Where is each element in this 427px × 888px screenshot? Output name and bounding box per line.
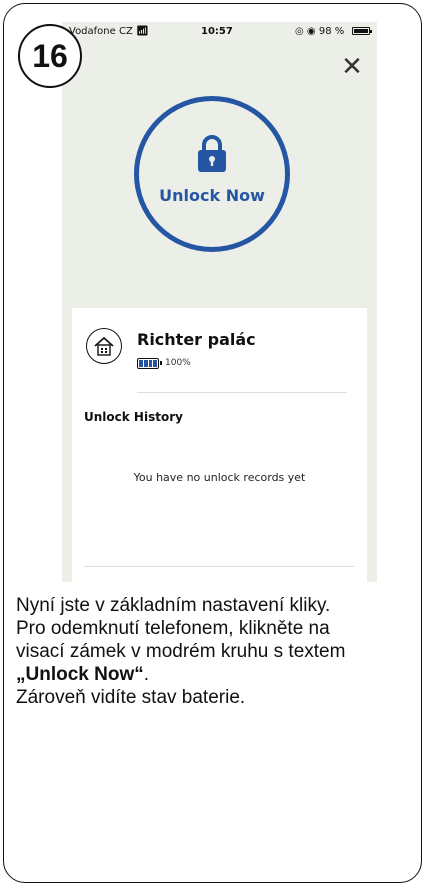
step-number-badge: 16 [18, 24, 82, 88]
unlock-history-title: Unlock History [84, 410, 183, 424]
status-bar: Vodafone CZ 📶︎ 10:57 ◎ ◉ 98 % [62, 22, 377, 44]
status-time: 10:57 [201, 26, 233, 37]
lock-battery-percent: 100% [165, 358, 191, 368]
caption-line: Zároveň vidíte stav baterie. [16, 687, 246, 708]
caption-line: „Unlock Now“. [16, 663, 416, 686]
lock-name: Richter palác [137, 330, 256, 349]
instruction-caption: Nyní jste v základním nastavení kliky. P… [16, 594, 416, 709]
carrier-label: Vodafone CZ 📶︎ [69, 26, 149, 37]
divider [137, 392, 347, 393]
caption-line: Pro odemknutí telefonem, klikněte na [16, 618, 330, 639]
caption-line: visací zámek v modrém kruhu s textem [16, 641, 346, 662]
alarm-icon: ◉ [306, 26, 316, 37]
battery-icon [352, 27, 372, 35]
lock-icon [198, 134, 226, 172]
divider [84, 566, 354, 567]
empty-history-message: You have no unlock records yet [133, 471, 306, 484]
house-icon [86, 328, 122, 364]
caption-punctuation: . [143, 664, 150, 685]
caption-line: Nyní jste v základním nastavení kliky. [16, 595, 331, 616]
wifi-icon: 📶︎ [136, 26, 149, 37]
lock-details-panel: Richter palác 100% Unlock History You ha… [72, 308, 367, 582]
lock-battery-icon [137, 358, 162, 369]
close-button[interactable]: ✕ [337, 52, 367, 82]
close-icon: ✕ [341, 52, 363, 82]
unlock-now-button[interactable]: Unlock Now [134, 96, 290, 252]
phone-screen: Vodafone CZ 📶︎ 10:57 ◎ ◉ 98 % ✕ Unlock N… [62, 22, 377, 582]
unlock-now-label: Unlock Now [159, 185, 265, 205]
status-battery-percent: 98 % [318, 26, 345, 37]
carrier-name: Vodafone CZ [69, 26, 133, 37]
caption-highlight: „Unlock Now“ [16, 664, 144, 685]
status-battery-text: ◎ ◉ 98 % [295, 26, 344, 37]
location-icon: ◎ [295, 26, 304, 37]
